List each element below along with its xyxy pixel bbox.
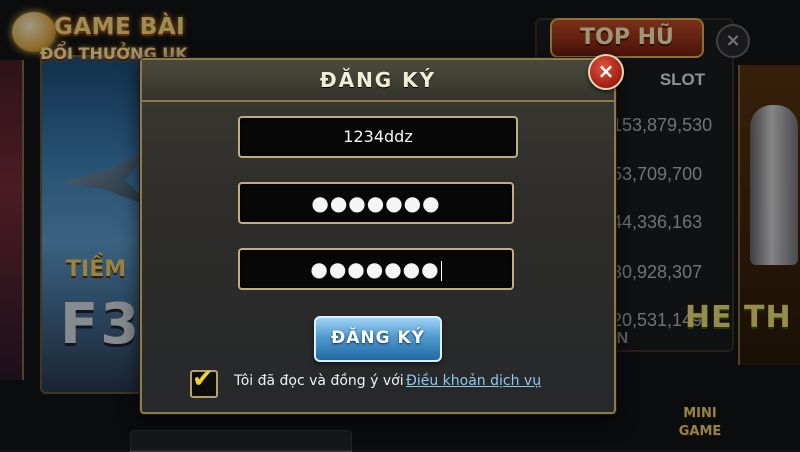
terms-text: Tôi đã đọc và đồng ý với	[234, 373, 404, 389]
username-input[interactable]: 1234ddz	[238, 116, 518, 158]
dialog-header: ĐĂNG KÝ	[142, 60, 614, 102]
confirm-password-value: ●●●●●●●	[310, 257, 440, 281]
register-dialog: ĐĂNG KÝ × 1234ddz ●●●●●●● ●●●●●●● ĐĂNG K…	[140, 54, 624, 414]
terms-link[interactable]: Điều khoản dịch vụ	[406, 373, 541, 389]
password-input[interactable]: ●●●●●●●	[238, 182, 514, 224]
dialog-title: ĐĂNG KÝ	[319, 68, 437, 92]
close-button[interactable]: ×	[588, 54, 624, 90]
text-caret	[440, 260, 442, 281]
register-button[interactable]: ĐĂNG KÝ	[314, 316, 442, 362]
terms-checkbox[interactable]: ✔	[190, 364, 218, 398]
checkmark-icon: ✔	[192, 364, 214, 394]
confirm-password-input[interactable]: ●●●●●●●	[238, 248, 514, 290]
close-icon: ×	[597, 59, 615, 83]
